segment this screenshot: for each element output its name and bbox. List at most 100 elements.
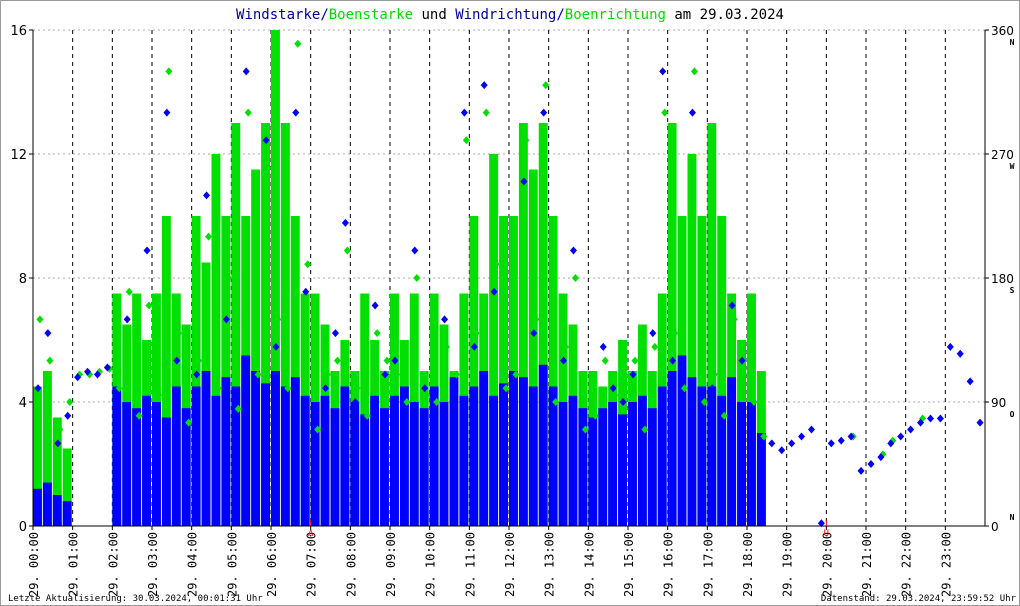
x-tick-label: 29. 15:00 — [622, 532, 636, 597]
compass-label: N — [1010, 513, 1015, 522]
wind-bar — [201, 371, 211, 526]
x-tick-label: 29. 01:00 — [67, 532, 81, 597]
wind-bar — [241, 355, 251, 526]
wind-bar — [598, 408, 608, 526]
x-tick-label: 29. 03:00 — [146, 532, 160, 597]
title-part: Boenstarke — [329, 7, 413, 23]
wind-bar — [271, 371, 280, 526]
wind-bar — [33, 488, 42, 526]
title-part: Windstarke — [236, 7, 320, 23]
x-tick-label: 29. 07:00 — [305, 532, 319, 597]
wind-bar — [647, 408, 657, 526]
wind-bar — [489, 395, 499, 526]
wind-bar — [707, 386, 717, 526]
wind-bar — [419, 408, 429, 526]
y-tick-label: 0 — [19, 520, 27, 535]
x-tick-label: 29. 10:00 — [424, 532, 438, 597]
wind-bar — [171, 386, 181, 526]
wind-bar — [290, 377, 300, 526]
wind-bar — [737, 402, 746, 526]
title-part: und — [413, 7, 455, 23]
x-tick-label: 29. 12:00 — [503, 532, 517, 597]
compass-label: O — [1010, 410, 1015, 419]
x-tick-label: 29. 19:00 — [781, 532, 795, 597]
wind-bar — [152, 402, 161, 526]
wind-bar — [509, 371, 518, 526]
wind-bar — [112, 386, 122, 526]
x-tick-label: 29. 16:00 — [662, 532, 676, 597]
event-marker-label: U — [824, 529, 829, 539]
wind-bar — [697, 386, 707, 526]
title-part: Boenrichtung — [565, 7, 666, 23]
wind-bar — [251, 371, 261, 526]
wind-bar — [628, 402, 637, 526]
wind-bar — [161, 417, 171, 526]
wind-bar — [142, 395, 151, 526]
y2-tick-label: 270 — [991, 148, 1014, 162]
wind-bar — [558, 402, 568, 526]
x-tick-label: 29. 21:00 — [860, 532, 874, 597]
x-tick-label: 29. 06:00 — [265, 532, 279, 597]
wind-bar — [439, 402, 449, 526]
wind-bar — [280, 386, 290, 526]
wind-bar — [588, 417, 598, 526]
x-tick-label: 29. 11:00 — [463, 532, 477, 597]
x-tick-label: 29. 22:00 — [900, 532, 914, 597]
wind-bar — [390, 395, 399, 526]
x-tick-label: 29. 08:00 — [344, 532, 358, 597]
x-tick-label: 29. 23:00 — [939, 532, 953, 597]
wind-bar — [42, 482, 52, 526]
wind-chart: Windstarke/Boenstarke und Windrichtung/B… — [0, 0, 1020, 606]
wind-bar — [568, 395, 578, 526]
wind-bar — [191, 386, 201, 526]
wind-bar — [479, 371, 489, 526]
y2-tick-label: 360 — [991, 24, 1014, 38]
wind-bar — [687, 377, 697, 526]
wind-bar — [459, 395, 469, 526]
compass-label: N — [1010, 38, 1015, 47]
footer-last-update: Letzte Aktualisierung: 30.03.2024, 00:01… — [8, 594, 263, 604]
y-tick-label: 12 — [10, 148, 27, 163]
wind-bar — [528, 386, 538, 526]
title-part: am 29.03.2024 — [666, 7, 784, 23]
wind-bar — [578, 408, 588, 526]
wind-bar — [350, 402, 360, 526]
wind-bar — [211, 395, 221, 526]
wind-bar — [637, 395, 647, 526]
wind-bar — [538, 364, 548, 526]
x-tick-label: 29. 14:00 — [582, 532, 596, 597]
y2-tick-label: 180 — [991, 272, 1014, 286]
x-tick-label: 29. 00:00 — [27, 532, 41, 597]
wind-bar — [469, 386, 479, 526]
x-tick-label: 29. 02:00 — [106, 532, 120, 597]
wind-bar — [122, 402, 132, 526]
wind-bar — [747, 402, 756, 526]
wind-bar — [370, 395, 380, 526]
wind-bar — [261, 383, 270, 526]
wind-bar — [62, 501, 72, 526]
wind-bar — [300, 395, 310, 526]
x-tick-label: 29. 20:00 — [820, 532, 834, 597]
x-tick-label: 29. 13:00 — [543, 532, 557, 597]
wind-bar — [449, 377, 459, 526]
wind-bar — [409, 402, 419, 526]
wind-bar — [548, 386, 558, 526]
x-tick-label: 29. 05:00 — [225, 532, 239, 597]
wind-bar — [330, 408, 340, 526]
y-tick-label: 8 — [19, 272, 27, 287]
chart-title: Windstarke/Boenstarke und Windrichtung/B… — [236, 7, 784, 23]
title-part: / — [556, 7, 564, 23]
y2-tick-label: 90 — [991, 396, 1006, 410]
x-tick-label: 29. 18:00 — [741, 532, 755, 597]
wind-bar — [756, 433, 766, 526]
wind-bar — [667, 371, 677, 526]
wind-bar — [399, 386, 409, 526]
wind-bar — [52, 495, 62, 526]
wind-bar — [618, 414, 627, 526]
wind-bar — [727, 377, 737, 526]
wind-bar — [340, 386, 350, 526]
compass-label: S — [1010, 286, 1015, 295]
y-tick-label: 16 — [10, 24, 27, 39]
wind-bar — [657, 386, 667, 526]
wind-bar — [310, 402, 320, 526]
